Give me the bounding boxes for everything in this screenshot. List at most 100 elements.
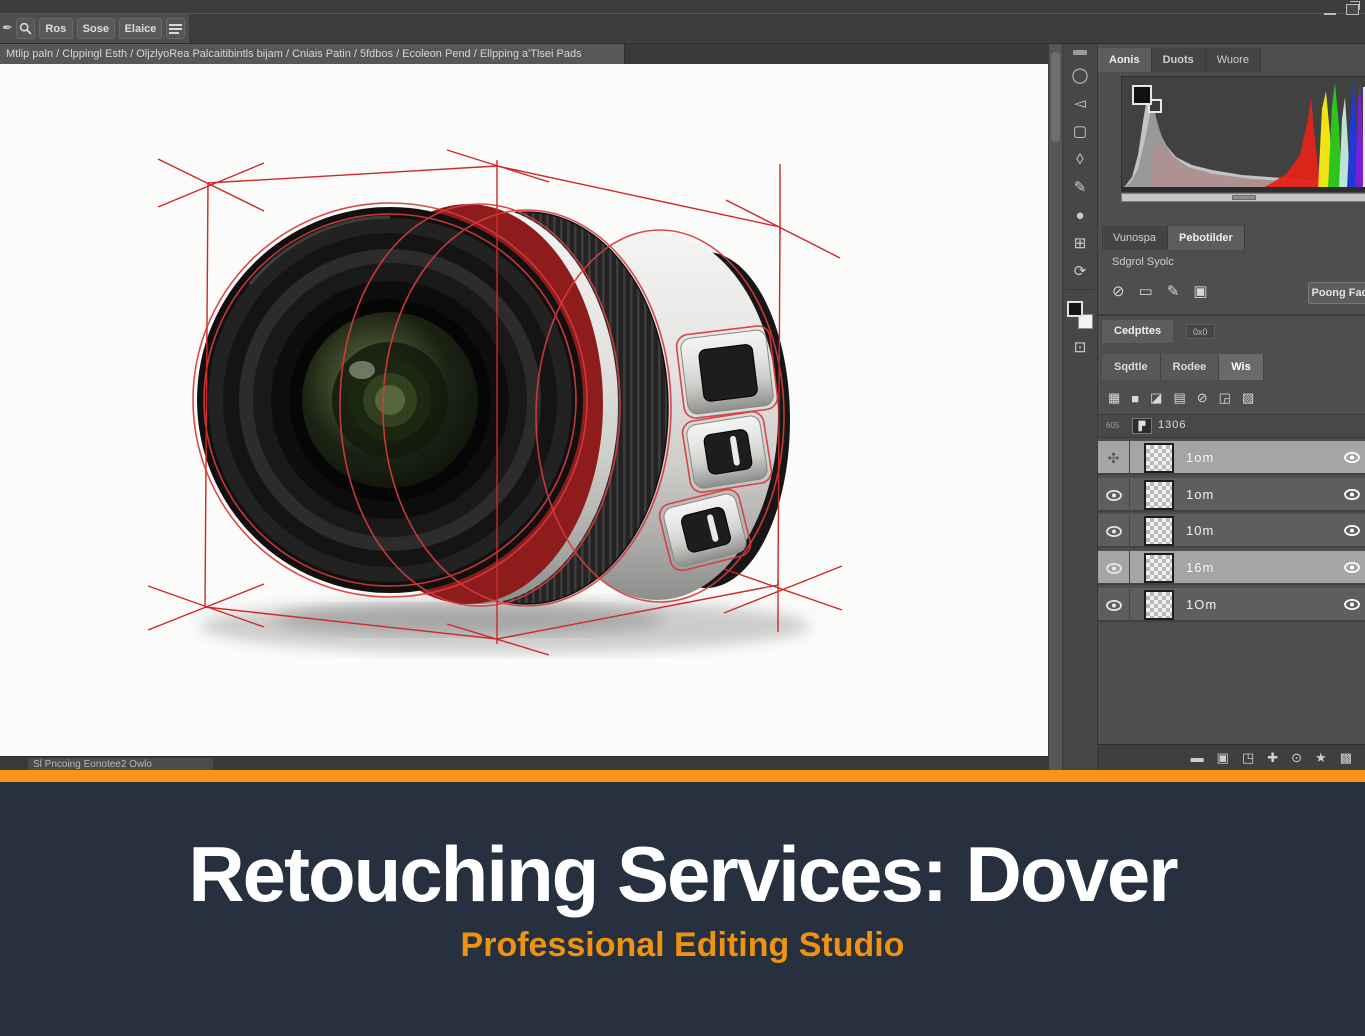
mask-mode-icon[interactable]: ⊡ — [1068, 335, 1092, 359]
visibility-eye-icon[interactable] — [1098, 588, 1130, 622]
toolbar-button-elaice[interactable]: Elaice — [119, 18, 162, 39]
tab-sqdtle[interactable]: Sqdtle — [1102, 354, 1161, 380]
star-badge-icon[interactable]: ★ — [1315, 750, 1327, 766]
histogram-panel — [1121, 76, 1365, 192]
pencil-tool-icon[interactable]: ✎ — [1068, 175, 1092, 199]
visibility-eye-icon[interactable] — [1344, 452, 1360, 463]
options-toolbar: ✒ Ros Sose Elaice — [0, 14, 190, 43]
levels-swatch-icon[interactable] — [1132, 85, 1162, 113]
tab-wis[interactable]: Wis — [1219, 354, 1263, 380]
search-button[interactable] — [16, 18, 35, 39]
minimize-button[interactable] — [1324, 13, 1336, 15]
grid-tool-icon[interactable]: ⊞ — [1068, 231, 1092, 255]
histogram-slider[interactable] — [1121, 193, 1365, 202]
layer-row-4[interactable]: 16m — [1098, 551, 1365, 585]
adjust-icons-row: ⊘ ▭ ✎ ▣ — [1112, 282, 1208, 300]
hamburger-icon — [169, 23, 182, 34]
toolbar-button-sose[interactable]: Sose — [77, 18, 115, 39]
search-icon — [19, 22, 32, 35]
fill-layer-icon[interactable]: ▬ — [1191, 750, 1204, 765]
eraser-tool-icon[interactable]: ◊ — [1068, 147, 1092, 171]
ellipse-tool-icon[interactable]: ⊘ — [1112, 282, 1125, 300]
rect-tool-icon[interactable]: ▭ — [1139, 282, 1153, 300]
canvas-scrollbar[interactable] — [1048, 44, 1062, 770]
banner-title: Retouching Services: Dover — [0, 834, 1365, 916]
layer-thumbnail[interactable] — [1144, 516, 1174, 546]
duplicate-layer-icon[interactable]: ▣ — [1217, 750, 1229, 766]
visibility-eye-icon[interactable] — [1344, 599, 1360, 610]
lock-position-icon[interactable]: ▤ — [1173, 390, 1185, 406]
marquee-icon[interactable]: ▩ — [1340, 750, 1352, 766]
lock-all-icon[interactable]: ▨ — [1242, 390, 1254, 406]
layer-row-2[interactable]: 1om — [1098, 478, 1365, 512]
tab-wuore[interactable]: Wuore — [1206, 48, 1261, 72]
layers-header-row: 605 ▛ 1306 — [1098, 414, 1365, 438]
layer-name[interactable]: 1om — [1186, 450, 1214, 465]
lens-artwork — [0, 64, 1048, 756]
accent-divider — [0, 770, 1365, 782]
tab-cedpttes[interactable]: Cedpttes — [1102, 320, 1173, 343]
layer-name[interactable]: 16m — [1186, 560, 1214, 575]
layer-name[interactable]: 1om — [1186, 487, 1214, 502]
move-icon[interactable]: ✚ — [1267, 750, 1278, 766]
adjust-panel-tabs: Vunospa Pebotilder — [1102, 226, 1245, 249]
layer-row-1[interactable]: ✣ 1om — [1098, 441, 1365, 475]
layer-row-5[interactable]: 1Om — [1098, 588, 1365, 622]
visibility-eye-icon[interactable] — [1098, 551, 1130, 585]
pen-icon[interactable]: ✒ — [2, 20, 12, 38]
scrollbar-thumb[interactable] — [1051, 52, 1060, 142]
new-layer-icon[interactable]: ◳ — [1242, 750, 1254, 766]
tools-divider — [1066, 289, 1094, 295]
document-canvas[interactable] — [0, 64, 1048, 756]
layer-name[interactable]: 10m — [1186, 523, 1214, 538]
layers-header-right: 1306 — [1158, 419, 1186, 431]
layer-thumbnail[interactable] — [1144, 480, 1174, 510]
info-panel-tabs: Aonis Duots Wuore — [1098, 48, 1261, 72]
visibility-eye-icon[interactable] — [1098, 514, 1130, 548]
foreground-color-swatch[interactable] — [1067, 301, 1083, 317]
rotate-tool-icon[interactable]: ⟳ — [1068, 259, 1092, 283]
tab-aonis[interactable]: Aonis — [1098, 48, 1152, 72]
brush-lock-icon[interactable]: ⊘ — [1197, 390, 1208, 406]
hamburger-menu-button[interactable] — [166, 18, 185, 39]
channels-chip: 0x0 — [1186, 324, 1215, 339]
move-lock-icon[interactable]: ◲ — [1219, 390, 1231, 406]
tab-rodee[interactable]: Rodee — [1161, 354, 1220, 380]
tab-vunospa[interactable]: Vunospa — [1102, 226, 1168, 250]
visibility-eye-icon[interactable] — [1344, 525, 1360, 536]
marquee-tool-icon[interactable]: ▢ — [1068, 119, 1092, 143]
swatch-front — [1132, 85, 1152, 105]
blur-tool-icon[interactable]: ● — [1068, 203, 1092, 227]
toolbar-button-ros[interactable]: Ros — [39, 18, 73, 39]
layer-thumbnail[interactable] — [1144, 553, 1174, 583]
fill-square-icon[interactable]: ■ — [1131, 391, 1139, 406]
paths-button[interactable]: Poong Fads — [1308, 282, 1365, 304]
move-tool-icon[interactable]: ◅ — [1068, 91, 1092, 115]
restore-button[interactable] — [1346, 4, 1359, 15]
screenshot-root: ✒ Ros Sose Elaice Mtlip paln / Clppingl … — [0, 0, 1365, 1036]
layer-row-3[interactable]: 10m — [1098, 514, 1365, 548]
link-icon[interactable]: ✣ — [1098, 441, 1130, 475]
search-zoom-icon[interactable]: ⊙ — [1291, 750, 1302, 766]
visibility-eye-icon[interactable] — [1098, 478, 1130, 512]
layer-thumbnail[interactable] — [1144, 590, 1174, 620]
app-top-bar: ✒ Ros Sose Elaice — [0, 0, 1365, 44]
lock-transparent-icon[interactable]: ◪ — [1150, 390, 1162, 406]
visibility-eye-icon[interactable] — [1344, 562, 1360, 573]
tab-pebotilder[interactable]: Pebotilder — [1168, 226, 1245, 250]
layers-header-thumb-icon: ▛ — [1132, 418, 1152, 434]
histogram-slider-handle[interactable] — [1232, 195, 1256, 200]
breadcrumb[interactable]: Mtlip paln / Clppingl Esth / OljzlyoRea … — [0, 44, 625, 64]
tray-icon[interactable]: ▣ — [1193, 282, 1207, 300]
tools-column-handle[interactable] — [1073, 50, 1087, 55]
lasso-tool-icon[interactable]: ◯ — [1068, 63, 1092, 87]
layer-thumbnail[interactable] — [1144, 443, 1174, 473]
blend-grid-icon[interactable]: ▦ — [1108, 390, 1120, 406]
breadcrumb-bar: Mtlip paln / Clppingl Esth / OljzlyoRea … — [0, 44, 1048, 64]
color-swatches[interactable] — [1067, 301, 1093, 329]
layer-name[interactable]: 1Om — [1186, 597, 1217, 612]
signal-label: Sdgrol Syolc — [1112, 256, 1174, 268]
pen-edit-icon[interactable]: ✎ — [1167, 282, 1180, 300]
visibility-eye-icon[interactable] — [1344, 489, 1360, 500]
tab-duots[interactable]: Duots — [1152, 48, 1206, 72]
